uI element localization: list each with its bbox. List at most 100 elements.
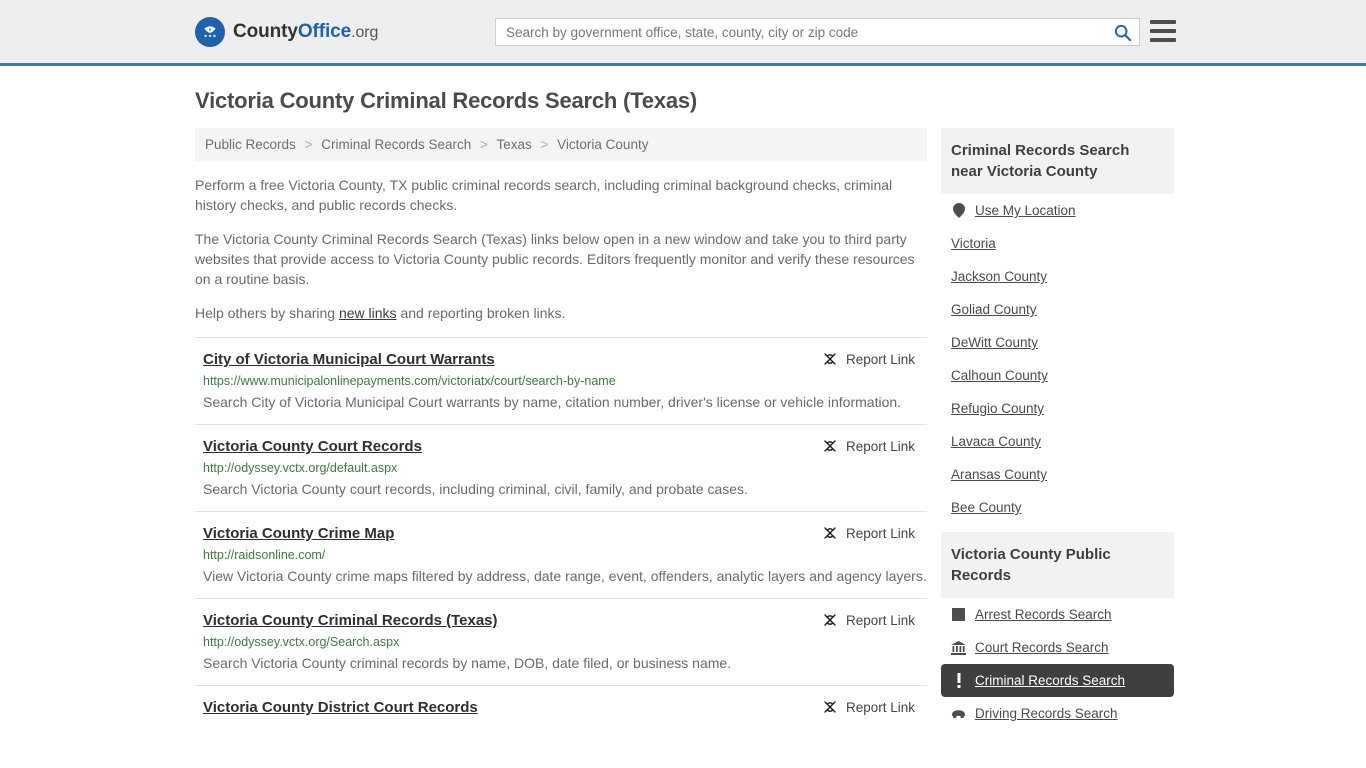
report-link-label: Report Link	[845, 351, 915, 367]
sidebar-nearby-title: Criminal Records Search near Victoria Co…	[941, 128, 1174, 194]
broken-link-icon	[824, 527, 836, 539]
sidebar-item-driving-records-search[interactable]: Driving Records Search	[941, 697, 1174, 730]
sidebar-link-label[interactable]: Use My Location	[975, 203, 1076, 218]
sidebar-item-dewitt-county[interactable]: DeWitt County	[941, 326, 1174, 359]
sidebar-link-label[interactable]: Victoria	[951, 236, 996, 251]
result-description: View Victoria County crime maps filtered…	[203, 568, 927, 584]
intro-paragraph-1: Perform a free Victoria County, TX publi…	[195, 177, 893, 213]
sidebar-link-label[interactable]: Refugio County	[951, 401, 1044, 416]
search-input[interactable]	[496, 19, 1105, 45]
sidebar-public-records-title: Victoria County Public Records	[941, 532, 1174, 598]
report-link-button[interactable]: Report Link	[822, 525, 927, 541]
logo-word-office: Office	[297, 20, 352, 42]
search-bar[interactable]	[495, 18, 1140, 46]
sidebar-item-aransas-county[interactable]: Aransas County	[941, 458, 1174, 491]
breadcrumb-item-2[interactable]: Texas	[496, 137, 531, 152]
sidebar-link-label[interactable]: Arrest Records Search	[975, 607, 1112, 622]
breadcrumb-item-3[interactable]: Victoria County	[557, 137, 648, 152]
sidebar-item-court-records-search[interactable]: Court Records Search	[941, 631, 1174, 664]
result-title-link[interactable]: City of Victoria Municipal Court Warrant…	[203, 350, 495, 370]
result-description: Search Victoria County criminal records …	[203, 655, 732, 671]
sidebar-link-label[interactable]: Aransas County	[951, 467, 1047, 482]
sidebar-item-criminal-records-search[interactable]: Criminal Records Search	[941, 664, 1174, 697]
hamburger-bar-1	[1150, 20, 1176, 24]
report-link-button[interactable]: Report Link	[822, 612, 927, 628]
courthouse-icon	[951, 640, 966, 655]
sidebar-item-lavaca-county[interactable]: Lavaca County	[941, 425, 1174, 458]
hamburger-bar-3	[1150, 38, 1176, 42]
broken-link-icon	[824, 614, 836, 626]
page-body: Victoria County Criminal Records Search …	[0, 88, 1366, 738]
sidebar-link-label[interactable]: DeWitt County	[951, 335, 1038, 350]
result-description: Search City of Victoria Municipal Court …	[203, 394, 902, 410]
search-button[interactable]	[1105, 19, 1139, 45]
result-url: http://raidsonline.com/	[203, 548, 326, 562]
sidebar-item-goliad-county[interactable]: Goliad County	[941, 293, 1174, 326]
result-title-link[interactable]: Victoria County District Court Records	[203, 698, 478, 718]
site-logo[interactable]: CountyOffice.org	[195, 16, 378, 47]
sidebar-link-label[interactable]: Jackson County	[951, 269, 1047, 284]
logo-word-org: .org	[351, 23, 379, 41]
result-description: Search Victoria County court records, in…	[203, 481, 748, 497]
breadcrumb-separator: >	[540, 137, 549, 152]
sidebar-item-jackson-county[interactable]: Jackson County	[941, 260, 1174, 293]
hamburger-menu-icon[interactable]	[1150, 20, 1176, 42]
sidebar-public-records-list: Arrest Records Search Court Records Sear…	[941, 598, 1174, 730]
broken-link-icon	[824, 701, 836, 713]
result-item: Victoria County Court Records Report Lin…	[195, 424, 927, 511]
sidebar-link-label[interactable]: Calhoun County	[951, 368, 1048, 383]
logo-wordmark: CountyOffice.org	[233, 21, 378, 43]
result-item: City of Victoria Municipal Court Warrant…	[195, 337, 927, 424]
intro-paragraph-2: The Victoria County Criminal Records Sea…	[195, 231, 915, 287]
sidebar-item-bee-county[interactable]: Bee County	[941, 491, 1174, 524]
intro-paragraph-3: Help others by sharing new links and rep…	[195, 303, 927, 323]
report-link-button[interactable]: Report Link	[822, 438, 927, 454]
breadcrumb-item-1[interactable]: Criminal Records Search	[321, 137, 471, 152]
report-link-label: Report Link	[845, 438, 915, 454]
broken-link-icon	[824, 353, 836, 365]
sidebar-item-arrest-records-search[interactable]: Arrest Records Search	[941, 598, 1174, 631]
logo-word-county: County	[233, 20, 298, 42]
eagle-seal-icon	[195, 16, 225, 47]
hamburger-bar-2	[1150, 29, 1176, 33]
sidebar-item-use-my-location[interactable]: Use My Location	[941, 194, 1174, 227]
result-item: Victoria County Crime Map Report Link ht…	[195, 511, 927, 598]
map-pin-icon	[951, 203, 966, 218]
share-text-before: Help others by sharing	[195, 305, 339, 321]
search-icon	[1114, 24, 1131, 41]
sidebar: Criminal Records Search near Victoria Co…	[941, 128, 1174, 738]
breadcrumb: Public Records > Criminal Records Search…	[195, 128, 927, 161]
result-title-link[interactable]: Victoria County Court Records	[203, 437, 422, 457]
sidebar-item-calhoun-county[interactable]: Calhoun County	[941, 359, 1174, 392]
sidebar-public-records-box: Victoria County Public Records Arrest Re…	[941, 532, 1174, 730]
result-title-link[interactable]: Victoria County Criminal Records (Texas)	[203, 611, 498, 631]
sidebar-link-label[interactable]: Goliad County	[951, 302, 1037, 317]
report-link-button[interactable]: Report Link	[822, 699, 927, 715]
alert-exclamation-icon	[951, 673, 966, 688]
result-title-link[interactable]: Victoria County Crime Map	[203, 524, 394, 544]
sidebar-link-label[interactable]: Criminal Records Search	[975, 673, 1125, 688]
sidebar-link-label[interactable]: Bee County	[951, 500, 1022, 515]
sidebar-nearby-box: Criminal Records Search near Victoria Co…	[941, 128, 1174, 524]
sidebar-link-label[interactable]: Lavaca County	[951, 434, 1041, 449]
report-link-button[interactable]: Report Link	[822, 351, 927, 367]
sidebar-link-label[interactable]: Court Records Search	[975, 640, 1109, 655]
sidebar-nearby-list: Use My Location Victoria Jackson County …	[941, 194, 1174, 524]
new-links-link[interactable]: new links	[339, 305, 397, 321]
result-url: http://odyssey.vctx.org/default.aspx	[203, 461, 398, 475]
broken-link-icon	[824, 440, 836, 452]
breadcrumb-separator: >	[480, 137, 488, 152]
handcuffs-icon	[951, 607, 966, 622]
report-link-label: Report Link	[845, 699, 915, 715]
sidebar-item-victoria[interactable]: Victoria	[941, 227, 1174, 260]
result-url: https://www.municipalonlinepayments.com/…	[203, 374, 616, 388]
result-item: Victoria County Criminal Records (Texas)…	[195, 598, 927, 685]
breadcrumb-separator: >	[304, 137, 313, 152]
sidebar-item-refugio-county[interactable]: Refugio County	[941, 392, 1174, 425]
result-item: Victoria County District Court Records R…	[195, 685, 927, 730]
share-text-after: and reporting broken links.	[396, 305, 566, 321]
sidebar-link-label[interactable]: Driving Records Search	[975, 706, 1118, 721]
breadcrumb-item-0[interactable]: Public Records	[205, 137, 296, 152]
site-header: CountyOffice.org	[0, 0, 1366, 66]
result-url: http://odyssey.vctx.org/Search.aspx	[203, 635, 400, 649]
